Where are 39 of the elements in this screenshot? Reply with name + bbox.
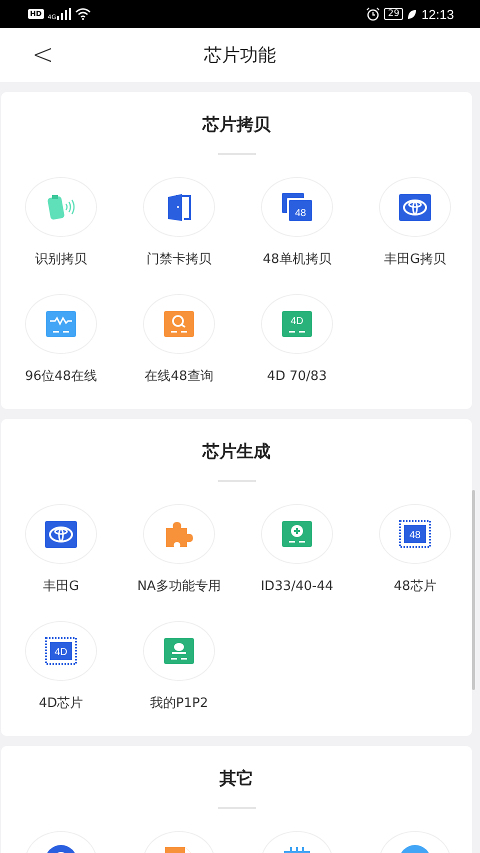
page-title: 芯片功能: [204, 44, 276, 67]
function-label: 丰田G拷贝: [384, 251, 446, 268]
function-label: 识别拷贝: [35, 251, 87, 268]
section-title: 芯片生成: [202, 441, 270, 463]
signal-icon: [57, 8, 72, 20]
plus-chip-icon: [282, 521, 312, 547]
card-wave-icon: [46, 193, 76, 221]
emblem-icon: [399, 194, 431, 220]
battery-indicator: 29: [384, 8, 404, 20]
leaf-icon: [407, 8, 418, 20]
function-label: 4D 70/83: [267, 368, 327, 385]
function-label: 4D芯片: [38, 695, 84, 712]
emblem-icon: [45, 520, 77, 548]
back-button[interactable]: <: [28, 38, 58, 72]
section-title: 芯片拷贝: [202, 114, 270, 136]
dotted-chip-icon: 4D: [45, 637, 77, 665]
function-label: 门禁卡拷贝: [146, 251, 212, 268]
function-label: ID33/40-44: [260, 578, 334, 595]
search-chip-icon: [164, 311, 194, 337]
chip-icon: 4D: [282, 311, 312, 337]
function-button[interactable]: 48: [379, 504, 451, 564]
clock-time: 12:13: [421, 6, 454, 22]
function-button[interactable]: 4D: [25, 621, 97, 681]
wifi-icon: [75, 8, 92, 20]
function-label: NA多功能专用: [137, 578, 221, 595]
function-button[interactable]: 48: [261, 177, 333, 237]
function-label: 48芯片: [394, 578, 436, 595]
alarm-icon: [366, 7, 380, 21]
function-label: 在线48查询: [144, 368, 214, 385]
section-title: 其它: [220, 768, 254, 790]
function-label: 48单机拷贝: [262, 251, 332, 268]
function-label: 丰田G: [42, 578, 80, 595]
puzzle-icon: [163, 520, 195, 548]
person-chip-icon: [164, 638, 194, 664]
dotted-chip-icon: 48: [399, 520, 431, 548]
function-label: 我的P1P2: [150, 695, 208, 712]
function-label: 96位48在线: [24, 368, 98, 385]
wave-chip-icon: [46, 311, 76, 337]
door-icon: [166, 193, 192, 221]
